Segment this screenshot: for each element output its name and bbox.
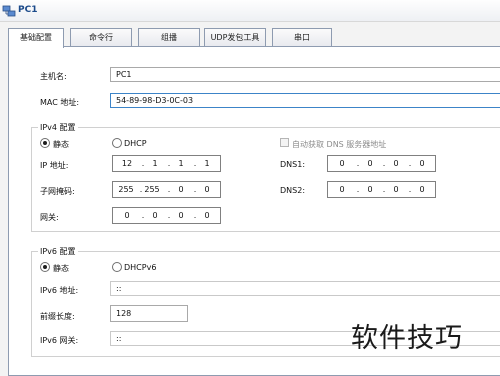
octet-dot: .	[382, 185, 386, 194]
octet-dot: .	[408, 185, 412, 194]
gateway-octet-4: 0	[204, 211, 210, 220]
ipv4-dhcp-radio[interactable]	[112, 138, 122, 148]
octet-dot: .	[167, 185, 171, 194]
octet-dot: .	[141, 159, 145, 168]
subnet-mask-field[interactable]: 255 . 255 . 0 . 0	[112, 181, 221, 198]
octet-dot: .	[193, 185, 197, 194]
ipv6-address-label: IPv6 地址:	[40, 286, 79, 295]
tab-udp-tool[interactable]: UDP发包工具	[204, 28, 266, 47]
gateway-label: 网关:	[40, 213, 59, 222]
ipv6-static-radio[interactable]	[40, 262, 50, 272]
tab-command-line[interactable]: 命令行	[70, 28, 132, 47]
ipv6-group-title: IPv6 配置	[38, 246, 78, 257]
octet-dot: .	[167, 159, 171, 168]
hostname-field[interactable]: PC1	[110, 67, 500, 82]
dns2-label: DNS2:	[280, 186, 306, 195]
dns2-octet-4: 0	[419, 185, 425, 194]
dns1-octet-2: 0	[367, 159, 373, 168]
window-title: PC1	[18, 5, 38, 15]
ip-octet-2: 1	[152, 159, 158, 168]
tab-multicast[interactable]: 组播	[138, 28, 200, 47]
dns1-field[interactable]: 0 . 0 . 0 . 0	[327, 155, 436, 172]
ipv6-static-label: 静态	[53, 264, 69, 273]
auto-dns-label: 自动获取 DNS 服务器地址	[292, 140, 387, 149]
mask-octet-2: 255	[144, 185, 160, 194]
network-pc-icon	[2, 5, 16, 17]
ipv6-address-field[interactable]: ::	[110, 281, 500, 296]
watermark-text: 软件技巧	[351, 323, 463, 354]
octet-dot: .	[408, 159, 412, 168]
gateway-octet-3: 0	[178, 211, 184, 220]
gateway-field[interactable]: 0 . 0 . 0 . 0	[112, 207, 221, 224]
dns2-octet-2: 0	[367, 185, 373, 194]
prefix-length-field[interactable]: 128	[110, 305, 188, 322]
dns1-octet-3: 0	[393, 159, 399, 168]
gateway-octet-2: 0	[152, 211, 158, 220]
prefix-length-label: 前缀长度:	[40, 312, 75, 321]
octet-dot: .	[141, 211, 145, 220]
octet-dot: .	[167, 211, 171, 220]
hostname-label: 主机名:	[40, 72, 67, 81]
mask-octet-4: 0	[204, 185, 210, 194]
dns1-octet-1: 0	[339, 159, 345, 168]
mask-octet-3: 0	[178, 185, 184, 194]
title-bar: PC1	[0, 0, 500, 22]
ipv6-dhcpv6-radio[interactable]	[112, 262, 122, 272]
dns2-field[interactable]: 0 . 0 . 0 . 0	[327, 181, 436, 198]
mask-octet-1: 255	[118, 185, 134, 194]
octet-dot: .	[356, 159, 360, 168]
octet-dot: .	[382, 159, 386, 168]
ipv6-dhcpv6-label: DHCPv6	[124, 263, 157, 272]
ip-address-field[interactable]: 12 . 1 . 1 . 1	[112, 155, 221, 172]
auto-dns-checkbox[interactable]	[280, 138, 289, 147]
dns1-label: DNS1:	[280, 160, 306, 169]
tab-serial-port[interactable]: 串口	[272, 28, 332, 47]
dns1-octet-4: 0	[419, 159, 425, 168]
octet-dot: .	[193, 211, 197, 220]
dns2-octet-3: 0	[393, 185, 399, 194]
ipv4-group-title: IPv4 配置	[38, 122, 78, 133]
ipv4-dhcp-label: DHCP	[124, 139, 147, 148]
dns2-octet-1: 0	[339, 185, 345, 194]
subnet-mask-label: 子网掩码:	[40, 187, 75, 196]
ipv4-static-radio[interactable]	[40, 138, 50, 148]
ip-octet-4: 1	[204, 159, 210, 168]
gateway-octet-1: 0	[124, 211, 130, 220]
octet-dot: .	[356, 185, 360, 194]
mac-field[interactable]: 54-89-98-D3-0C-03	[110, 93, 500, 108]
ipv6-gateway-label: IPv6 网关:	[40, 336, 79, 345]
ip-address-label: IP 地址:	[40, 161, 69, 170]
ip-octet-1: 12	[121, 159, 133, 168]
mac-label: MAC 地址:	[40, 98, 80, 107]
ip-octet-3: 1	[178, 159, 184, 168]
octet-dot: .	[193, 159, 197, 168]
tab-basic-config[interactable]: 基础配置	[8, 28, 64, 48]
ipv4-group: IPv4 配置	[31, 122, 500, 232]
ipv4-static-label: 静态	[53, 140, 69, 149]
